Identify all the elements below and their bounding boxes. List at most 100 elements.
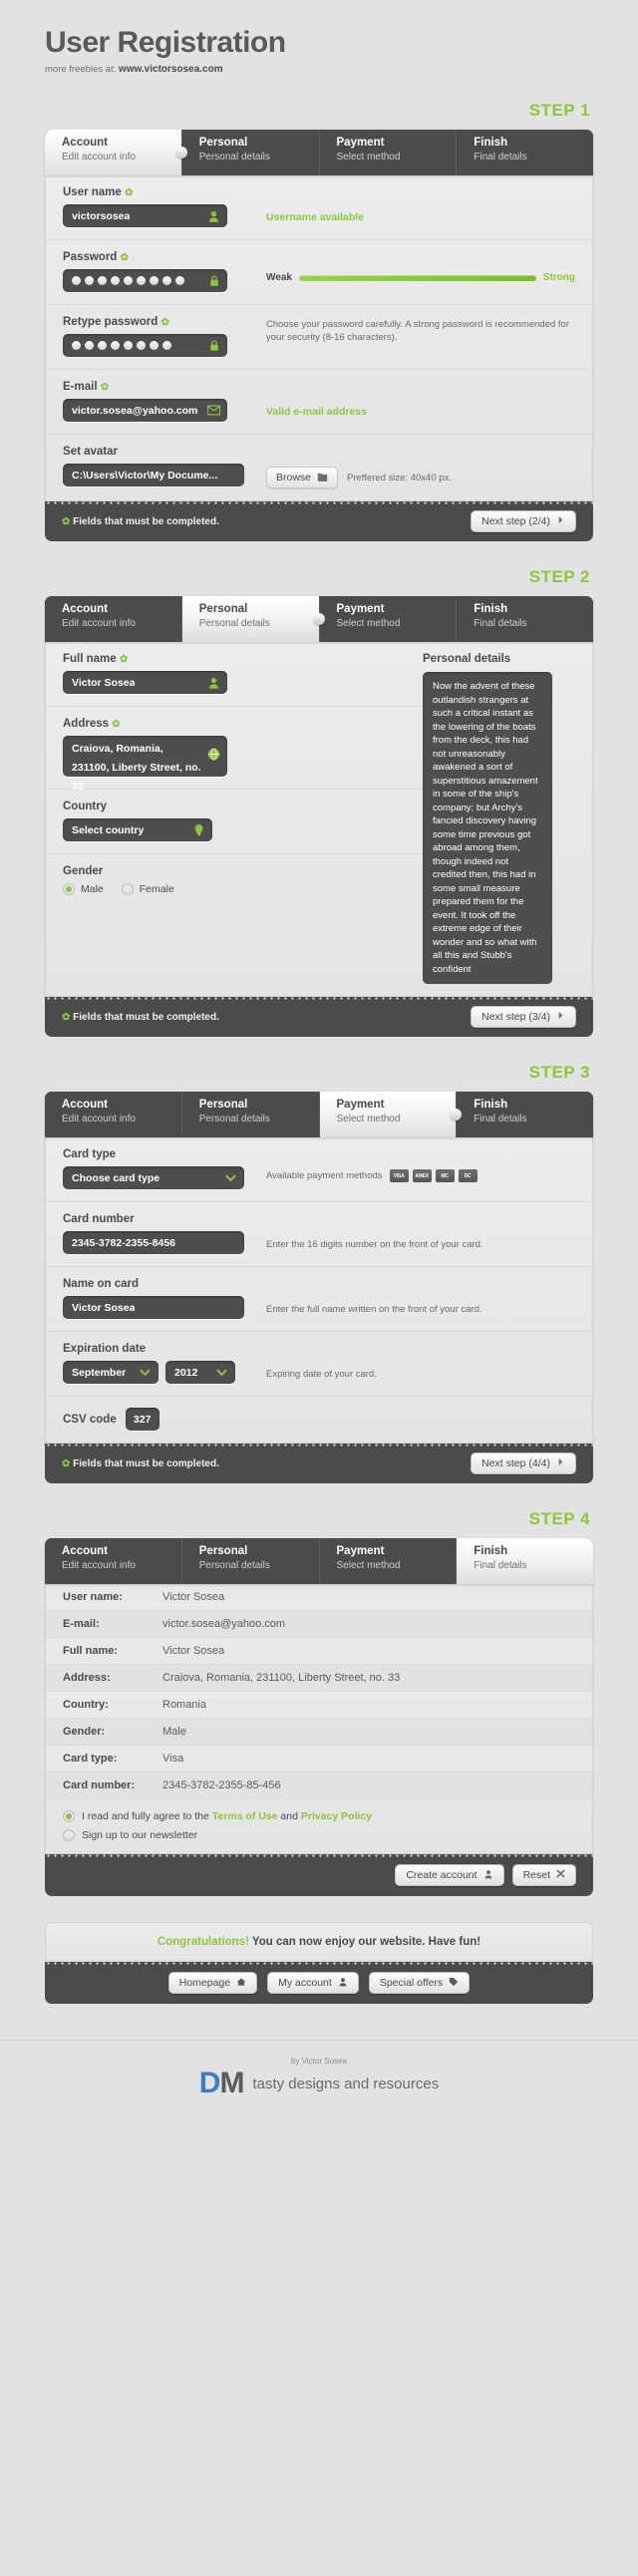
summary-value: Craiova, Romania, 231100, Liberty Street… — [162, 1672, 401, 1684]
tab-finish-title: Finish — [474, 1545, 508, 1557]
tab-payment[interactable]: Payment Select method — [319, 1538, 458, 1584]
tab-account[interactable]: Account Edit account info — [45, 596, 182, 642]
subtitle-site: www.victorsosea.com — [118, 64, 223, 75]
required-note: ✿ Fields that must be completed. — [62, 1011, 219, 1023]
congratulations-actions: Homepage My account Special offers — [45, 1962, 593, 2004]
terms-of-use-link[interactable]: Terms of Use — [212, 1810, 278, 1822]
step-3-wizard: Account Edit account info Personal Perso… — [45, 1092, 593, 1483]
tab-account[interactable]: Account Edit account info — [45, 130, 187, 175]
globe-icon — [207, 748, 220, 761]
special-offers-button[interactable]: Special offers — [368, 1972, 471, 1994]
my-account-button[interactable]: My account — [267, 1972, 359, 1994]
tab-finish[interactable]: Finish Final details — [457, 1092, 593, 1137]
tab-account-title: Account — [62, 137, 108, 149]
password-input[interactable] — [63, 269, 227, 292]
summary-key: Address: — [63, 1672, 111, 1684]
expiration-label: Expiration date — [63, 1343, 147, 1355]
tab-account[interactable]: Account Edit account info — [45, 1538, 182, 1584]
personal-details-panel: Personal details Now the advent of these… — [423, 642, 592, 996]
tab-personal-title: Personal — [198, 603, 248, 615]
personal-details-text: Now the advent of these outlandish stran… — [423, 672, 552, 984]
tab-finish-sub: Final details — [474, 1114, 527, 1125]
step-4-wizard: Account Edit account info Personal Perso… — [45, 1538, 593, 1896]
address-textarea[interactable]: Craiova, Romania, 231100, Liberty Street… — [63, 736, 227, 793]
tab-finish[interactable]: Finish Final details — [457, 596, 593, 642]
email-input[interactable]: victor.sosea@yahoo.com — [63, 399, 227, 422]
next-step-button[interactable]: Next step (3/4) — [471, 1006, 576, 1028]
privacy-policy-link[interactable]: Privacy Policy — [301, 1810, 372, 1822]
step-3-label: STEP 3 — [528, 1063, 590, 1082]
browse-button[interactable]: Browse — [266, 467, 339, 488]
expiration-year-select[interactable]: 2012 — [165, 1361, 235, 1384]
next-step-button[interactable]: Next step (4/4) — [471, 1452, 576, 1474]
tab-personal[interactable]: Personal Personal details — [181, 1092, 320, 1137]
email-status: Valid e-mail address — [266, 406, 367, 418]
fullname-input[interactable]: Victor Sosea — [63, 671, 227, 694]
newsletter-checkbox[interactable] — [63, 1829, 75, 1841]
summary-key: E-mail: — [63, 1618, 100, 1630]
table-row: Address: Craiova, Romania, 231100, Libert… — [46, 1665, 592, 1692]
summary-key: Country: — [63, 1699, 109, 1711]
tab-account[interactable]: Account Edit account info — [45, 1092, 182, 1137]
newsletter-checkbox-row[interactable]: Sign up to our newsletter — [63, 1829, 575, 1841]
country-select[interactable]: Select country — [63, 818, 212, 841]
field-row-username: User name ✿ victorsosea Username availab… — [46, 175, 592, 240]
step-4-panel: User name: Victor Sosea E-mail: victor.sos… — [45, 1584, 593, 1854]
tab-payment[interactable]: Payment Select method — [319, 596, 458, 642]
username-input[interactable]: victorsosea — [63, 204, 227, 227]
field-row-fullname: Full name ✿ Victor Sosea — [46, 642, 423, 707]
tab-finish[interactable]: Finish Final details — [457, 1538, 593, 1584]
card-number-input[interactable]: 2345-3782-2355-8456 — [63, 1231, 244, 1254]
user-icon — [483, 1869, 493, 1882]
tab-personal[interactable]: Personal Personal details — [181, 130, 320, 175]
radio-dot-male — [63, 883, 75, 895]
tab-personal-title: Personal — [198, 1545, 248, 1557]
chevron-down-icon — [215, 1366, 228, 1379]
terms-checkbox[interactable] — [63, 1810, 75, 1822]
csv-input[interactable]: 327 — [125, 1408, 160, 1431]
tab-payment-sub: Select method — [336, 1114, 401, 1125]
csv-label: CSV code — [63, 1413, 117, 1426]
step-3-footer: ✿ Fields that must be completed. Next st… — [45, 1444, 593, 1483]
chevron-down-icon — [224, 1171, 237, 1184]
step-3-tabs: Account Edit account info Personal Perso… — [45, 1092, 593, 1137]
expiration-hint: Expiring date of your card. — [266, 1369, 377, 1380]
retype-password-label: Retype password ✿ — [63, 316, 169, 328]
tab-payment-title: Payment — [336, 137, 385, 149]
avatar-path-input[interactable]: C:\Users\Victor\My Docume... — [63, 464, 244, 486]
reset-button[interactable]: Reset — [511, 1864, 576, 1886]
table-row: Card type: Visa — [46, 1746, 592, 1772]
address-label: Address ✿ — [63, 718, 121, 730]
card-type-hint: Available payment methods — [266, 1170, 383, 1181]
tab-personal[interactable]: Personal Personal details — [181, 596, 325, 642]
tab-payment[interactable]: Payment Select method — [319, 1092, 462, 1137]
tab-payment[interactable]: Payment Select method — [319, 130, 458, 175]
homepage-button[interactable]: Homepage — [167, 1972, 258, 1994]
tab-finish[interactable]: Finish Final details — [457, 130, 593, 175]
retype-password-input[interactable] — [63, 334, 227, 357]
strength-strong-label: Strong — [542, 272, 575, 283]
expiration-month-select[interactable]: September — [63, 1361, 159, 1384]
summary-value: 2345-3782-2355-85-456 — [162, 1779, 281, 1791]
tab-personal-sub: Personal details — [198, 152, 270, 162]
summary-value: Victor Sosea — [162, 1591, 225, 1603]
card-type-select[interactable]: Choose card type — [63, 1166, 244, 1189]
required-marker: ✿ — [112, 719, 121, 730]
next-step-button[interactable]: Next step (2/4) — [471, 510, 576, 532]
gender-radio-male[interactable]: Male — [63, 883, 104, 895]
tab-account-sub: Edit account info — [62, 1560, 136, 1571]
gender-radio-female[interactable]: Female — [121, 883, 174, 895]
user-icon — [207, 676, 220, 689]
create-account-button[interactable]: Create account — [395, 1864, 504, 1886]
mail-icon — [207, 404, 220, 417]
tab-personal[interactable]: Personal Personal details — [181, 1538, 320, 1584]
gender-label: Gender — [63, 865, 104, 877]
arrow-right-icon — [556, 1011, 565, 1023]
table-row: Full name: Victor Sosea — [46, 1638, 592, 1665]
password-label: Password ✿ — [63, 251, 129, 263]
reset-label: Reset — [522, 1869, 550, 1881]
name-on-card-input[interactable]: Victor Sosea — [63, 1296, 244, 1319]
card-number-value: 2345-3782-2355-8456 — [72, 1236, 175, 1249]
avatar-path-value: C:\Users\Victor\My Docume... — [72, 469, 218, 482]
terms-checkbox-row[interactable]: I read and fully agree to the Terms of U… — [63, 1810, 575, 1822]
